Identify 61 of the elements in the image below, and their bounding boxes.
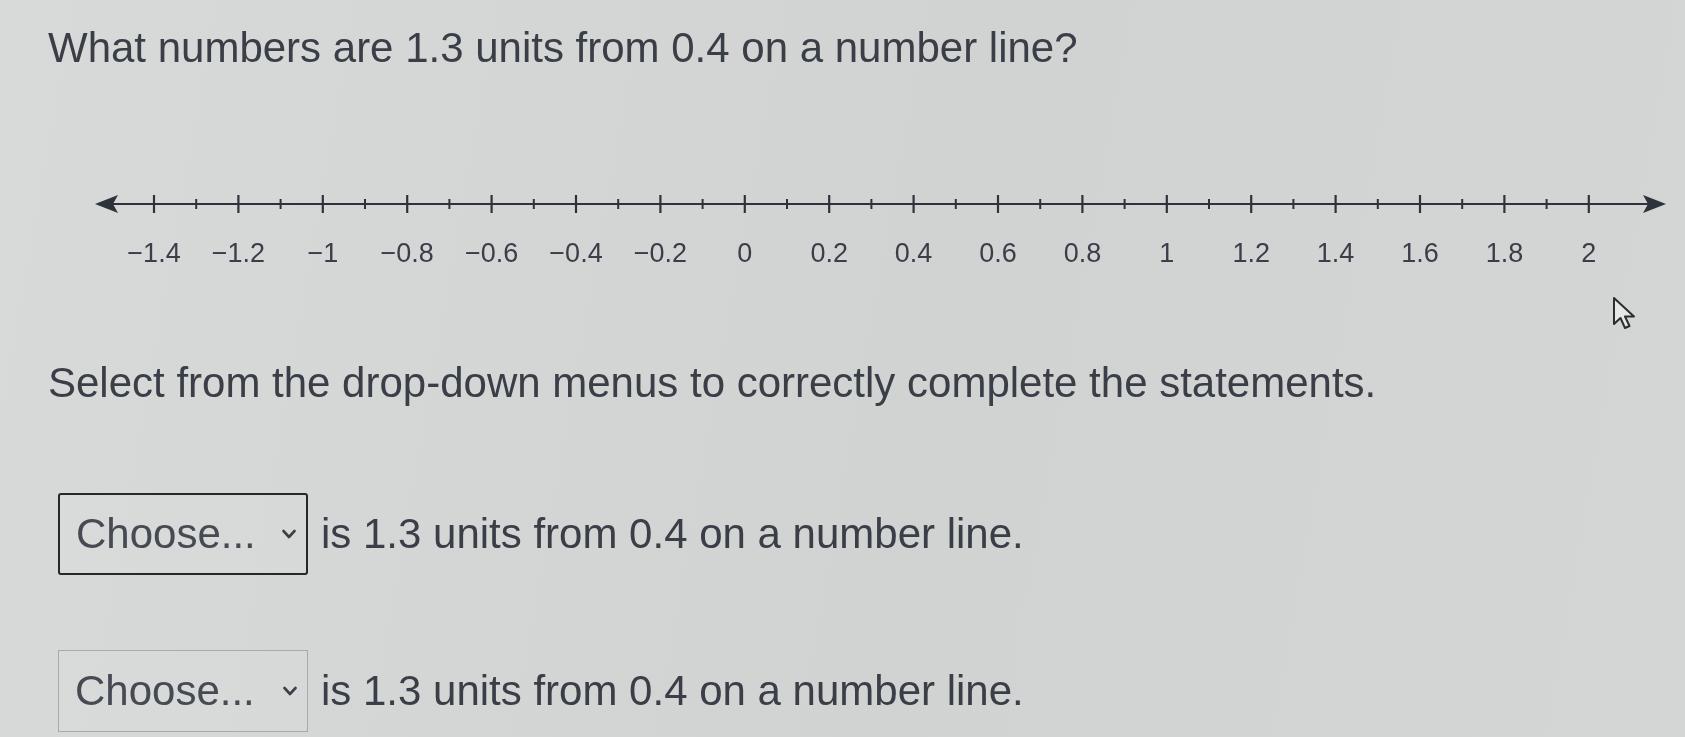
question-text: What numbers are 1.3 units from 0.4 on a number line? xyxy=(48,23,1079,73)
tick-label: −0.6 xyxy=(464,238,519,269)
tick-label: 0 xyxy=(737,238,753,269)
minor-tick-mark xyxy=(786,198,788,211)
major-tick-mark xyxy=(1418,195,1422,214)
major-tick-mark xyxy=(237,195,240,214)
major-tick-mark xyxy=(996,195,1000,214)
major-tick-mark xyxy=(1250,195,1253,214)
tick-label: −0.8 xyxy=(380,238,434,269)
minor-tick-mark xyxy=(954,198,957,211)
minor-tick-mark xyxy=(279,198,282,211)
minor-tick-mark xyxy=(1208,198,1210,211)
minor-tick-mark xyxy=(617,198,620,211)
minor-tick-mark xyxy=(448,198,451,211)
tick-label: 1.2 xyxy=(1232,238,1270,269)
instruction-text: Select from the drop-down menus to correctly complete the statements. xyxy=(48,358,1378,409)
chevron-down-icon xyxy=(283,685,297,696)
major-tick-mark xyxy=(1081,195,1084,214)
dropdown-select[interactable]: Choose... xyxy=(58,492,308,575)
tick-label: 1.4 xyxy=(1316,238,1355,269)
major-tick-mark xyxy=(406,195,409,214)
major-tick-mark xyxy=(828,195,831,214)
statement-text: is 1.3 units from 0.4 on a number line. xyxy=(321,508,1024,559)
tick-label: −0.4 xyxy=(549,238,603,269)
chevron-down-icon xyxy=(282,528,296,539)
major-tick-mark xyxy=(152,195,156,214)
major-tick-mark xyxy=(1165,195,1168,214)
major-tick-mark xyxy=(1587,195,1590,214)
statement-text: is 1.3 units from 0.4 on a number line. xyxy=(321,665,1024,716)
tick-label: −0.2 xyxy=(633,238,688,269)
major-tick-mark xyxy=(659,195,662,214)
tick-label: −1.2 xyxy=(211,238,266,269)
tick-label: 1 xyxy=(1159,238,1175,269)
major-tick-mark xyxy=(912,195,915,214)
dropdown-select[interactable]: Choose... xyxy=(58,649,308,732)
minor-tick-mark xyxy=(1039,198,1042,211)
minor-tick-mark xyxy=(1292,198,1295,211)
tick-label: 2 xyxy=(1581,238,1597,269)
tick-label: −1.4 xyxy=(127,238,181,269)
minor-tick-mark xyxy=(1545,198,1548,211)
tick-label: 0.4 xyxy=(894,238,933,269)
tick-label: 1.8 xyxy=(1485,238,1524,269)
minor-tick-mark xyxy=(1461,198,1464,211)
tick-label: 0.2 xyxy=(810,238,848,269)
minor-tick-mark xyxy=(195,198,198,211)
major-tick-mark xyxy=(743,195,746,214)
major-tick-mark xyxy=(1503,195,1506,214)
minor-tick-mark xyxy=(532,198,535,211)
major-tick-mark xyxy=(574,195,578,214)
minor-tick-mark xyxy=(701,198,704,211)
tick-label: −1 xyxy=(307,238,339,269)
major-tick-mark xyxy=(490,195,493,214)
minor-tick-mark xyxy=(364,198,366,211)
tick-label: 1.6 xyxy=(1401,238,1439,269)
minor-tick-mark xyxy=(870,198,873,211)
major-tick-mark xyxy=(1334,195,1337,214)
minor-tick-mark xyxy=(1376,198,1379,211)
tick-label: 0.6 xyxy=(979,238,1017,269)
tick-label: 0.8 xyxy=(1063,238,1102,269)
minor-tick-mark xyxy=(1123,198,1126,211)
major-tick-mark xyxy=(321,195,324,214)
